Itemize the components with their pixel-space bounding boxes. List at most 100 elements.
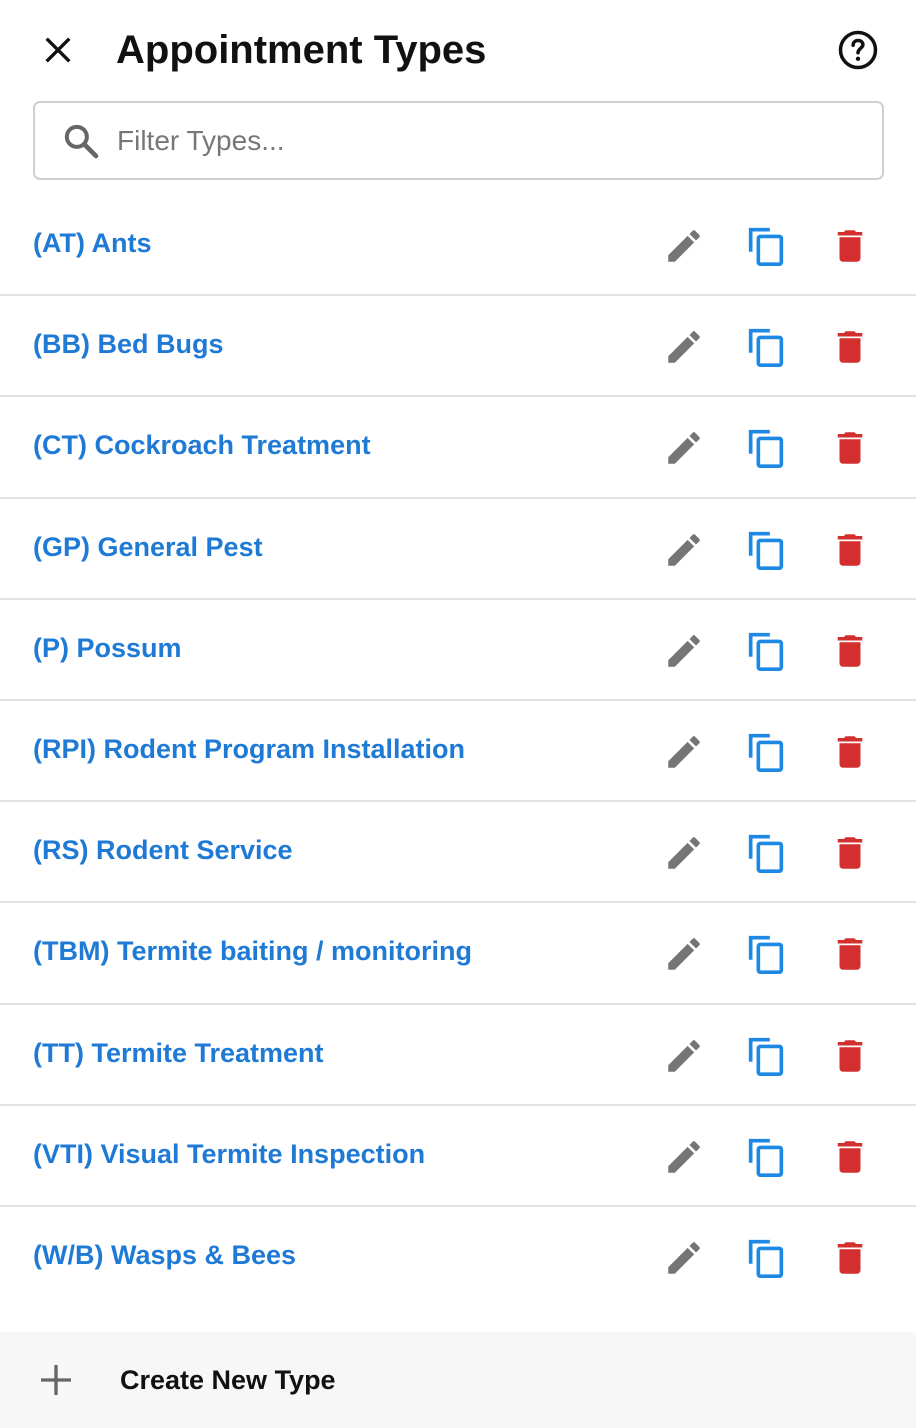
page-title: Appointment Types <box>116 28 487 72</box>
copy-button[interactable] <box>741 626 791 676</box>
list-item: (AT) Ants <box>0 195 916 297</box>
delete-button[interactable] <box>825 929 875 979</box>
edit-icon <box>668 432 700 465</box>
help-button[interactable] <box>830 22 886 78</box>
close-icon <box>45 37 71 63</box>
list-item: (TBM) Termite baiting / monitoring <box>0 903 916 1005</box>
delete-icon <box>837 331 863 363</box>
copy-icon <box>748 329 784 368</box>
delete-icon <box>837 938 863 971</box>
copy-icon <box>748 1239 784 1278</box>
edit-button[interactable] <box>659 322 709 372</box>
delete-button[interactable] <box>825 727 875 777</box>
delete-icon <box>837 1039 863 1072</box>
type-link[interactable]: (P) Possum <box>33 628 182 668</box>
delete-button[interactable] <box>825 1132 875 1182</box>
list-item: (RPI) Rodent Program Installation <box>0 701 916 803</box>
delete-icon <box>837 533 863 566</box>
delete-button[interactable] <box>825 626 875 676</box>
type-link[interactable]: (AT) Ants <box>33 223 151 263</box>
copy-button[interactable] <box>741 322 791 372</box>
edit-icon <box>668 533 700 566</box>
create-new-type-button[interactable]: Create New Type <box>0 1332 916 1428</box>
delete-icon <box>837 1242 863 1274</box>
create-new-type-label: Create New Type <box>120 1365 336 1395</box>
edit-icon <box>668 938 700 971</box>
delete-icon <box>837 736 863 768</box>
type-link[interactable]: (TBM) Termite baiting / monitoring <box>33 931 472 971</box>
edit-button[interactable] <box>659 525 709 575</box>
edit-button[interactable] <box>659 626 709 676</box>
type-link[interactable]: (GP) General Pest <box>33 527 263 567</box>
header: Appointment Types <box>0 0 916 100</box>
copy-icon <box>748 1037 784 1076</box>
edit-icon <box>668 331 700 363</box>
copy-icon <box>748 531 784 570</box>
edit-button[interactable] <box>659 423 709 473</box>
copy-button[interactable] <box>741 525 791 575</box>
list-item: (GP) General Pest <box>0 499 916 600</box>
edit-button[interactable] <box>659 828 709 878</box>
type-link[interactable]: (BB) Bed Bugs <box>33 324 224 364</box>
filter-field[interactable] <box>33 101 884 180</box>
copy-icon <box>748 430 784 469</box>
type-link[interactable]: (W/B) Wasps & Bees <box>33 1235 296 1275</box>
plus-icon <box>41 1365 71 1395</box>
list-item: (VTI) Visual Termite Inspection <box>0 1106 916 1207</box>
list-item: (CT) Cockroach Treatment <box>0 397 916 499</box>
copy-button[interactable] <box>741 929 791 979</box>
delete-icon <box>837 230 863 262</box>
edit-icon <box>668 1140 700 1173</box>
edit-icon <box>668 837 700 869</box>
copy-icon <box>748 1138 784 1177</box>
type-link[interactable]: (CT) Cockroach Treatment <box>33 425 371 465</box>
delete-button[interactable] <box>825 1031 875 1081</box>
delete-icon <box>837 432 863 465</box>
list-item: (W/B) Wasps & Bees <box>0 1207 916 1308</box>
copy-icon <box>748 632 784 671</box>
type-link[interactable]: (RPI) Rodent Program Installation <box>33 729 465 769</box>
appointment-types-panel: Appointment Types (AT) Ants (BB) Bed Bugs… <box>0 0 916 1428</box>
edit-icon <box>668 736 700 768</box>
copy-button[interactable] <box>741 1233 791 1283</box>
edit-button[interactable] <box>659 1233 709 1283</box>
delete-button[interactable] <box>825 1233 875 1283</box>
edit-button[interactable] <box>659 1031 709 1081</box>
edit-button[interactable] <box>659 221 709 271</box>
copy-icon <box>748 835 784 874</box>
type-link[interactable]: (RS) Rodent Service <box>33 830 293 870</box>
delete-icon <box>837 635 863 667</box>
type-list: (AT) Ants (BB) Bed Bugs (CT) Cockroach Tre… <box>0 195 916 1308</box>
list-item: (P) Possum <box>0 600 916 701</box>
copy-icon <box>748 936 784 975</box>
search-icon <box>64 124 99 159</box>
copy-icon <box>748 227 784 267</box>
close-button[interactable] <box>30 22 86 78</box>
type-link[interactable]: (VTI) Visual Termite Inspection <box>33 1134 425 1174</box>
delete-button[interactable] <box>825 221 875 271</box>
type-link[interactable]: (TT) Termite Treatment <box>33 1033 324 1073</box>
copy-button[interactable] <box>741 727 791 777</box>
help-circle-icon <box>838 30 878 70</box>
edit-button[interactable] <box>659 1132 709 1182</box>
list-item: (BB) Bed Bugs <box>0 296 916 398</box>
list-item: (RS) Rodent Service <box>0 802 916 904</box>
copy-button[interactable] <box>741 221 791 271</box>
copy-icon <box>748 733 784 772</box>
delete-button[interactable] <box>825 525 875 575</box>
list-item: (TT) Termite Treatment <box>0 1005 916 1106</box>
filter-input[interactable] <box>117 113 857 169</box>
edit-icon <box>668 1242 700 1274</box>
copy-button[interactable] <box>741 1031 791 1081</box>
delete-button[interactable] <box>825 828 875 878</box>
copy-button[interactable] <box>741 1132 791 1182</box>
delete-button[interactable] <box>825 423 875 473</box>
copy-button[interactable] <box>741 423 791 473</box>
edit-button[interactable] <box>659 727 709 777</box>
copy-button[interactable] <box>741 828 791 878</box>
edit-icon <box>668 634 700 667</box>
delete-icon <box>837 837 863 869</box>
delete-button[interactable] <box>825 322 875 372</box>
delete-icon <box>837 1140 863 1173</box>
edit-button[interactable] <box>659 929 709 979</box>
